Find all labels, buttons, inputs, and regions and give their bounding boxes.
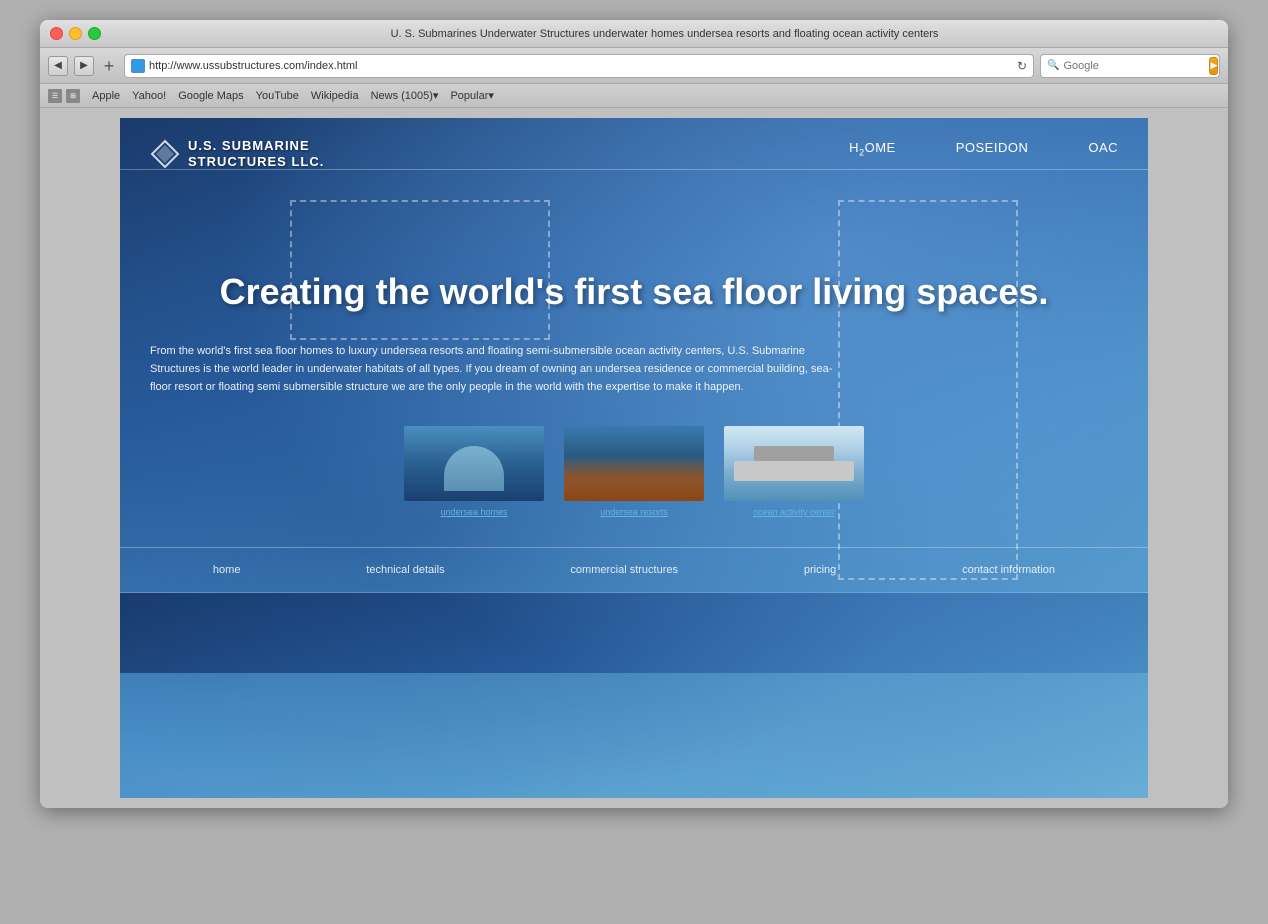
minimize-button[interactable] [69, 27, 82, 40]
forward-button[interactable]: ▶ [74, 56, 94, 76]
dotted-box-top [290, 200, 550, 340]
nav-poseidon[interactable]: POSEIDON [956, 140, 1029, 168]
bookmark-news[interactable]: News (1005)▾ [371, 89, 439, 102]
bookmark-popular[interactable]: Popular▾ [450, 89, 493, 102]
bookmark-yahoo[interactable]: Yahoo! [132, 90, 166, 102]
footer-commercial[interactable]: commercial structures [570, 564, 678, 576]
bookmarks-grid-icon[interactable]: ⊞ [66, 89, 80, 103]
bookmarks-bar: ☰ ⊞ Apple Yahoo! Google Maps YouTube Wik… [40, 84, 1228, 108]
back-button[interactable]: ◀ [48, 56, 68, 76]
logo-diamond-icon [150, 139, 180, 169]
search-icon: 🔍 [1047, 60, 1059, 71]
bookmark-google-maps[interactable]: Google Maps [178, 90, 243, 102]
footer-home[interactable]: home [213, 564, 241, 576]
footer-pricing[interactable]: pricing [804, 564, 836, 576]
card-resorts[interactable]: undersea resorts [564, 426, 704, 517]
maximize-button[interactable] [88, 27, 101, 40]
toolbar: ◀ ▶ + 🌐 ↻ 🔍 ▶ [40, 48, 1228, 84]
bookmark-youtube[interactable]: YouTube [256, 90, 299, 102]
search-submit-button[interactable]: ▶ [1209, 57, 1218, 75]
search-bar[interactable]: 🔍 ▶ [1040, 54, 1220, 78]
url-input[interactable] [149, 60, 1013, 72]
window-title: U. S. Submarines Underwater Structures u… [111, 28, 1218, 40]
footer-contact[interactable]: contact information [962, 564, 1055, 576]
card-homes[interactable]: undersea homes [404, 426, 544, 517]
title-bar: U. S. Submarines Underwater Structures u… [40, 20, 1228, 48]
new-tab-button[interactable]: + [100, 57, 118, 75]
oac-image [724, 426, 864, 501]
hero-body: From the world's first sea floor homes t… [150, 343, 850, 396]
hero-inner: Creating the world's first sea floor liv… [150, 210, 1118, 517]
browser-window: U. S. Submarines Underwater Structures u… [40, 20, 1228, 808]
resorts-image [564, 426, 704, 501]
site-logo: U.S. SUBMARINE STRUCTURES LLC. [150, 138, 324, 169]
site-header: U.S. SUBMARINE STRUCTURES LLC. H2OME POS… [120, 118, 1148, 170]
bookmark-apple[interactable]: Apple [92, 90, 120, 102]
site-bottom-area [120, 593, 1148, 673]
url-bar[interactable]: 🌐 ↻ [124, 54, 1034, 78]
nav-oac[interactable]: OAC [1088, 140, 1118, 168]
site-nav: H2OME POSEIDON OAC [849, 140, 1118, 168]
site-favicon: 🌐 [131, 59, 145, 73]
site-footer-nav: home technical details commercial struct… [120, 547, 1148, 592]
homes-image [404, 426, 544, 501]
oac-label[interactable]: ocean activity center [753, 507, 835, 517]
resorts-label[interactable]: undersea resorts [600, 507, 668, 517]
hero-section: Creating the world's first sea floor liv… [120, 170, 1148, 547]
search-input[interactable] [1063, 60, 1205, 72]
website: U.S. SUBMARINE STRUCTURES LLC. H2OME POS… [120, 118, 1148, 798]
dotted-box-right [838, 200, 1018, 580]
bookmark-icons-group: ☰ ⊞ [48, 89, 80, 103]
close-button[interactable] [50, 27, 63, 40]
refresh-button[interactable]: ↻ [1017, 59, 1027, 73]
footer-technical[interactable]: technical details [366, 564, 444, 576]
bookmarks-list-icon[interactable]: ☰ [48, 89, 62, 103]
content-area: U.S. SUBMARINE STRUCTURES LLC. H2OME POS… [40, 108, 1228, 808]
traffic-lights [50, 27, 101, 40]
logo-text: U.S. SUBMARINE STRUCTURES LLC. [188, 138, 324, 169]
nav-h2ome[interactable]: H2OME [849, 140, 896, 168]
homes-label[interactable]: undersea homes [440, 507, 507, 517]
bookmark-wikipedia[interactable]: Wikipedia [311, 90, 359, 102]
